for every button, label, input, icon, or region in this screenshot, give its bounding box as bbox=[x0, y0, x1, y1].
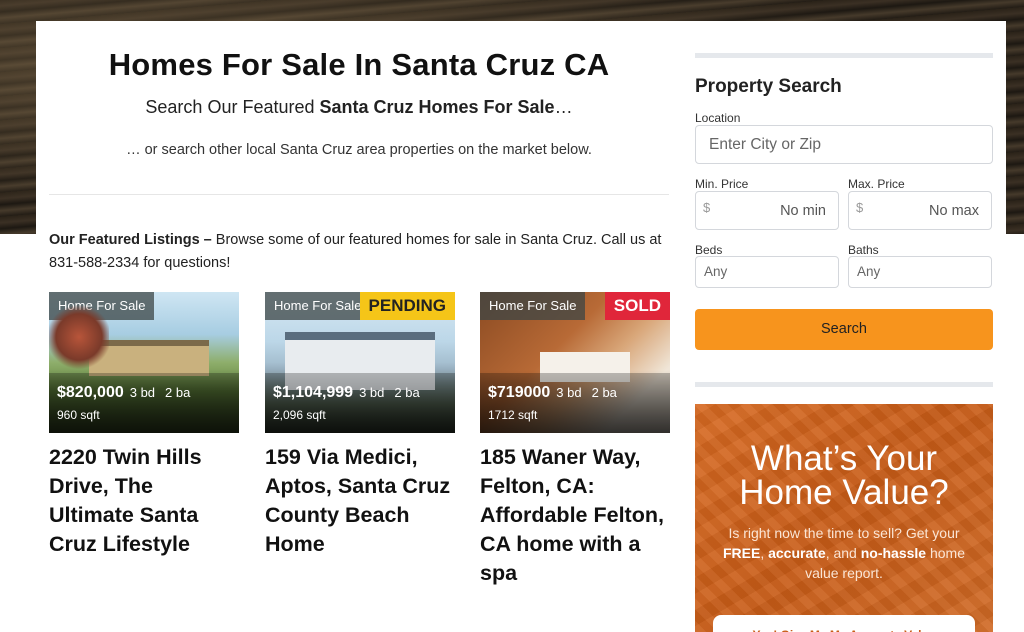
listing-title-link[interactable]: 185 Waner Way, Felton, CA: Affordable Fe… bbox=[480, 443, 670, 588]
sidebar-rule bbox=[695, 382, 993, 387]
listing-card[interactable]: Home For Sale $820,000 3 bd 2 ba 960 sqft … bbox=[49, 292, 239, 559]
min-price-select[interactable]: $ No min bbox=[695, 191, 839, 230]
home-value-title-line2: Home Value? bbox=[739, 473, 949, 512]
subtitle: Search Our Featured Santa Cruz Homes For… bbox=[49, 97, 669, 118]
home-value-cta-button[interactable]: Yes! Give Me My Accurate Value bbox=[713, 615, 975, 632]
for-sale-tag: Home For Sale bbox=[265, 292, 371, 320]
value-text-free: FREE bbox=[722, 545, 761, 561]
listing-beds: 3 bd bbox=[556, 385, 582, 400]
min-price-value: No min bbox=[780, 203, 826, 219]
for-sale-tag: Home For Sale bbox=[480, 292, 586, 320]
value-text-nohassle: no-hassle bbox=[860, 545, 927, 561]
listing-photo[interactable]: Home For Sale SOLD $719000 3 bd 2 ba 1712 … bbox=[480, 292, 670, 433]
price-overlay bbox=[49, 373, 239, 433]
price-line: $820,000 3 bd 2 ba bbox=[57, 384, 190, 402]
price-line: $1,104,999 3 bd 2 ba bbox=[273, 384, 420, 402]
sold-badge: SOLD bbox=[604, 292, 670, 320]
listing-title-link[interactable]: 159 Via Medici, Aptos, Santa Cruz County… bbox=[265, 443, 455, 559]
listing-price: $1,104,999 bbox=[273, 384, 354, 401]
currency-symbol: $ bbox=[703, 200, 711, 215]
listing-baths: 2 ba bbox=[394, 385, 420, 400]
listing-photo[interactable]: Home For Sale $820,000 3 bd 2 ba 960 sqft bbox=[49, 292, 239, 433]
listing-card[interactable]: Home For Sale SOLD $719000 3 bd 2 ba 1712 … bbox=[480, 292, 670, 588]
listing-baths: 2 ba bbox=[165, 385, 191, 400]
listing-title-link[interactable]: 2220 Twin Hills Drive, The Ultimate Sant… bbox=[49, 443, 239, 559]
for-sale-tag: Home For Sale bbox=[49, 292, 155, 320]
subtext: … or search other local Santa Cruz area … bbox=[126, 142, 592, 158]
beds-label: Beds bbox=[695, 243, 723, 257]
max-price-select[interactable]: $ No max bbox=[848, 191, 992, 230]
search-button[interactable]: Search bbox=[695, 309, 993, 350]
min-price-label: Min. Price bbox=[695, 177, 749, 191]
subtitle-ellipsis: … bbox=[554, 97, 573, 117]
price-overlay bbox=[265, 373, 455, 433]
listing-sqft: 1712 sqft bbox=[488, 408, 538, 422]
intro-heading: Our Featured Listings – bbox=[49, 232, 212, 248]
price-line: $719000 3 bd 2 ba bbox=[488, 384, 617, 402]
baths-select[interactable]: Any bbox=[848, 256, 992, 288]
location-label: Location bbox=[695, 111, 741, 125]
listing-baths: 2 ba bbox=[591, 385, 617, 400]
beds-select[interactable]: Any bbox=[695, 256, 839, 288]
home-value-text: Is right now the time to sell? Get your … bbox=[711, 523, 977, 583]
listing-sqft: 960 sqft bbox=[57, 408, 100, 422]
listing-photo[interactable]: Home For Sale PENDING $1,104,999 3 bd 2 ba… bbox=[265, 292, 455, 433]
page-title: Homes For Sale In Santa Cruz CA bbox=[108, 47, 610, 82]
subtitle-text: Search Our Featured bbox=[145, 97, 320, 117]
baths-label: Baths bbox=[848, 243, 879, 257]
max-price-label: Max. Price bbox=[848, 177, 905, 191]
listing-beds: 3 bd bbox=[359, 385, 385, 400]
location-input[interactable]: Enter City or Zip bbox=[695, 125, 993, 164]
listing-beds: 3 bd bbox=[129, 385, 156, 400]
page-content: Homes For Sale In Santa Cruz CA Search O… bbox=[36, 21, 1006, 632]
value-text-and: , and bbox=[825, 545, 861, 561]
sidebar: Property Search Location Enter City or Z… bbox=[695, 21, 993, 632]
currency-symbol: $ bbox=[856, 200, 864, 215]
value-text-accurate: accurate bbox=[768, 545, 826, 561]
listing-sqft: 2,096 sqft bbox=[273, 408, 326, 422]
home-value-title: What’s Your Home Value? bbox=[695, 439, 993, 512]
pending-badge: PENDING bbox=[359, 292, 455, 320]
price-overlay bbox=[480, 373, 670, 433]
value-text-sep: , bbox=[760, 545, 769, 561]
home-value-card[interactable]: What’s Your Home Value? Is right now the… bbox=[695, 404, 993, 632]
max-price-value: No max bbox=[929, 203, 979, 219]
listing-price: $719000 bbox=[488, 384, 551, 401]
listing-price: $820,000 bbox=[57, 384, 124, 401]
property-search-heading: Property Search bbox=[695, 76, 842, 97]
listing-card[interactable]: Home For Sale PENDING $1,104,999 3 bd 2 ba… bbox=[265, 292, 455, 559]
home-value-title-line1: What’s Your bbox=[750, 439, 938, 478]
subtitle-bold: Santa Cruz Homes For Sale bbox=[319, 97, 555, 117]
value-text-pre: Is right now the time to sell? Get your bbox=[728, 525, 960, 541]
featured-intro: Our Featured Listings – Browse some of o… bbox=[49, 229, 669, 275]
divider bbox=[49, 194, 669, 195]
sidebar-rule bbox=[695, 53, 993, 58]
